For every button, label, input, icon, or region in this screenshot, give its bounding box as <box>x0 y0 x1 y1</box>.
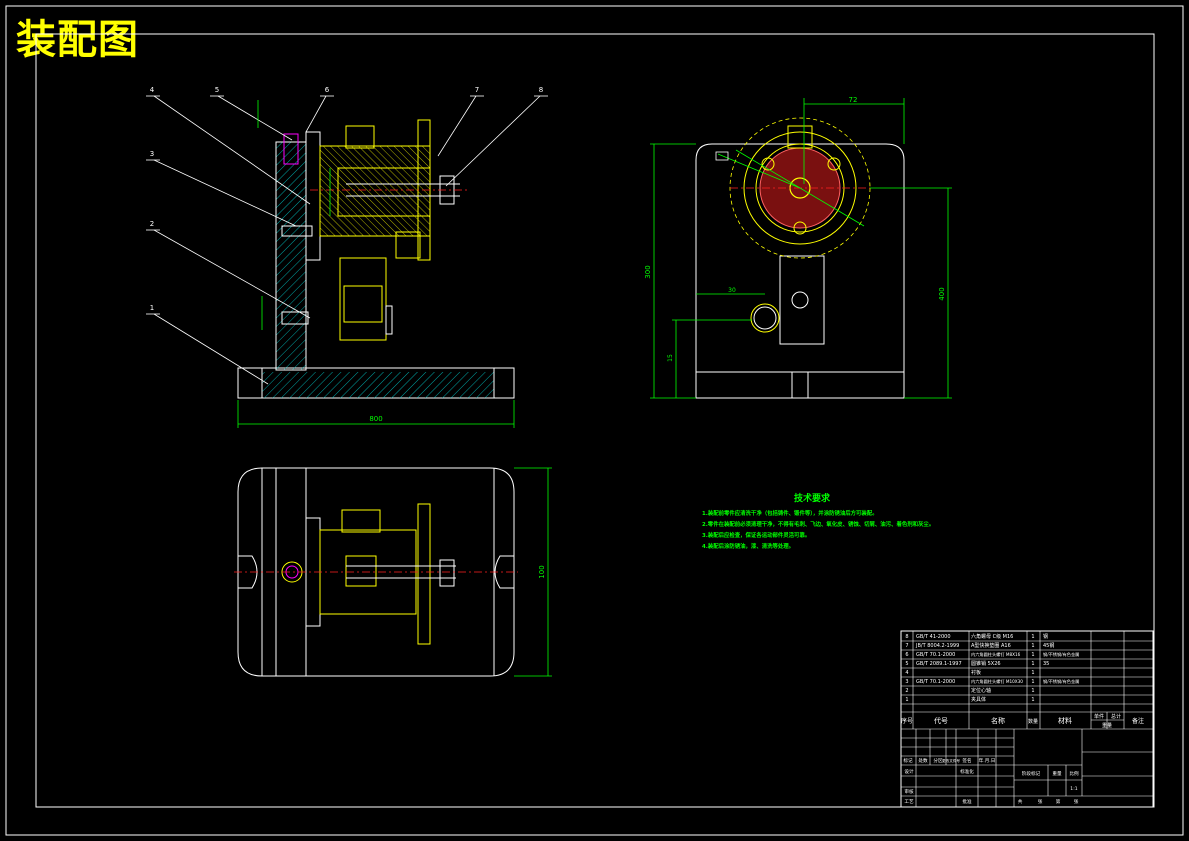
bom-row-2-name: 定位心轴 <box>971 687 991 694</box>
bom-header-no: 序号 <box>901 717 913 725</box>
bom-row-8-material: 钢 <box>1043 633 1048 640</box>
bom-row-3-code: GB/T 70.1-2000 <box>916 679 955 685</box>
bom-row-1-no: 1 <box>905 697 908 703</box>
bom-row-3-name: 内六角圆柱头螺钉 M10X30 <box>971 678 1023 685</box>
side-offset-dim: 30 <box>728 287 736 294</box>
bom-row-2-qty: 1 <box>1031 688 1034 694</box>
side-small-dim: 15 <box>667 354 674 362</box>
tech-line-2: 2.零件在装配前必须清理干净，不得有毛刺、飞边、氧化皮、锈蚀、切屑、油污、着色剂… <box>702 520 934 528</box>
scale-label: 比例 <box>1069 770 1079 777</box>
bom-header-material: 材料 <box>1058 716 1072 725</box>
sign-label-mark: 标记 <box>903 757 913 764</box>
bom-row-8-no: 8 <box>905 634 908 640</box>
balloon-5: 5 <box>215 86 219 94</box>
sheet-index-label: 第 <box>1056 798 1061 805</box>
bom-header-name: 名称 <box>991 716 1005 725</box>
bom-row-6-qty: 1 <box>1031 652 1034 658</box>
tech-heading: 技术要求 <box>794 492 831 504</box>
top-height-dim: 100 <box>538 565 546 578</box>
sign-label-signature: 签名 <box>962 757 971 764</box>
weight-label: 重量 <box>1052 770 1062 777</box>
approve-label: 批准 <box>962 798 972 805</box>
bom-row-7-qty: 1 <box>1031 643 1034 649</box>
sheet-total-unit: 张 <box>1038 798 1043 805</box>
side-height-left-dim: 300 <box>644 265 652 278</box>
stage-label: 阶段标记 <box>1022 770 1041 777</box>
balloon-6: 6 <box>325 86 330 94</box>
bom-row-8-qty: 1 <box>1031 634 1034 640</box>
bom-row-1-qty: 1 <box>1031 697 1034 703</box>
mandrel-body <box>319 145 431 237</box>
balloon-3: 3 <box>150 150 154 158</box>
top-view: 100 <box>234 467 552 677</box>
bom-row-4-qty: 1 <box>1031 670 1034 676</box>
bom-row-4-no: 4 <box>905 670 908 676</box>
technical-requirements: 技术要求 1.装配前零件应清洗干净（包括铸件、锻件等），并涂防锈油后方可装配。 … <box>702 492 934 550</box>
bom-row-5-no: 5 <box>905 661 908 667</box>
side-view: 72 300 400 30 15 <box>644 96 952 399</box>
balloon-8: 8 <box>539 86 543 94</box>
scale-value: 1:1 <box>1070 786 1077 792</box>
sign-label-count: 处数 <box>918 757 928 764</box>
balloon-1: 1 <box>150 304 154 312</box>
balloon-7: 7 <box>475 86 479 94</box>
bom-row-6-code: GB/T 70.1-2000 <box>916 652 955 658</box>
standardize-label: 标准化 <box>960 768 974 775</box>
side-width-dim: 72 <box>849 96 858 104</box>
bom-row-8-code: GB/T 41-2000 <box>916 634 951 640</box>
bom-row-6-name: 内六角圆柱头螺钉 M8X16 <box>971 651 1021 658</box>
bom-row-5-name: 圆锥销 5X26 <box>971 660 1001 667</box>
tech-line-4: 4.装配后涂防锈油，漆、清洗等处理。 <box>702 542 794 550</box>
sheet-total-label: 共 <box>1018 798 1023 805</box>
bom-row-2-no: 2 <box>905 688 908 694</box>
bom-header-weight: 重量 <box>1102 722 1112 729</box>
bom-header-total: 总计 <box>1111 713 1121 720</box>
bom-header-qty: 数量 <box>1028 718 1038 725</box>
side-height-right-dim: 400 <box>938 287 946 300</box>
tech-line-1: 1.装配前零件应清洗干净（包括铸件、锻件等），并涂防锈油后方可装配。 <box>702 509 878 517</box>
bom-row-3-no: 3 <box>905 679 908 685</box>
bom-row-5-material: 35 <box>1043 661 1049 667</box>
role-design: 设计 <box>904 768 914 775</box>
bom-header-unit: 单件 <box>1094 713 1104 720</box>
bom-row-3-qty: 1 <box>1031 679 1034 685</box>
sheet-index-unit: 张 <box>1074 798 1079 805</box>
role-process: 工艺 <box>904 799 914 805</box>
sign-label-change: 更改文件号 <box>942 758 960 763</box>
bom-row-5-qty: 1 <box>1031 661 1034 667</box>
balloon-4: 4 <box>150 86 155 94</box>
assembly-drawing: 800 4 5 6 7 8 3 2 1 72 300 400 30 15 100… <box>5 5 1184 836</box>
outer-frame <box>5 5 1184 836</box>
bom-row-7-code: JB/T 8004.2-1999 <box>915 643 959 649</box>
base-plate-hatch <box>262 372 494 398</box>
bom-header-code: 代号 <box>934 716 948 725</box>
bom-row-5-code: GB/T 2089.1-1997 <box>916 661 962 667</box>
bom-row-7-name: A型快换垫圈 A16 <box>971 642 1011 649</box>
balloon-2: 2 <box>150 220 154 228</box>
bill-of-materials: 8 GB/T 41-2000 六角螺母 C级 M16 1 钢 7 JB/T 80… <box>900 630 1154 808</box>
tech-line-3: 3.装配后应检查，保证各运动部件灵活可靠。 <box>702 531 810 539</box>
bom-row-6-material: 钢/不锈钢/有色金属 <box>1043 651 1079 658</box>
bom-row-6-no: 6 <box>905 652 908 658</box>
front-view: 800 4 5 6 7 8 3 2 1 <box>146 86 548 428</box>
bom-row-8-name: 六角螺母 C级 M16 <box>971 633 1013 640</box>
bom-row-7-no: 7 <box>905 643 908 649</box>
bom-row-1-name: 夹具体 <box>971 696 986 703</box>
sign-label-date: 年.月.日 <box>979 757 996 764</box>
bom-row-4-name: 衬板 <box>971 669 981 676</box>
bom-row-3-material: 钢/不锈钢/有色金属 <box>1043 678 1079 685</box>
role-review: 审核 <box>904 788 914 795</box>
bom-header-remarks: 备注 <box>1132 717 1144 725</box>
front-width-dim: 800 <box>369 415 382 423</box>
upright-plate <box>275 141 307 371</box>
bom-row-7-material: 45钢 <box>1043 642 1054 649</box>
